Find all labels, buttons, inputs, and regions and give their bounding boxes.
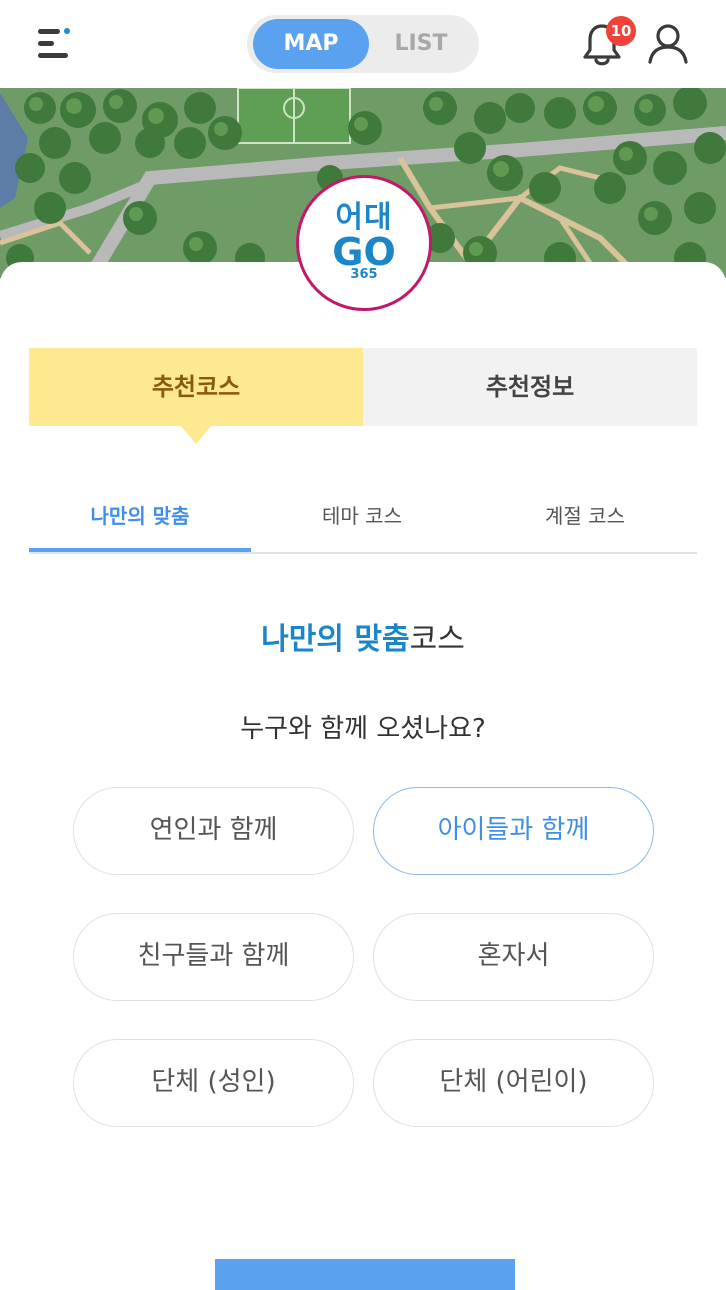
option-alone-button[interactable]: 혼자서 bbox=[373, 913, 654, 1001]
tab-recommended-info[interactable]: 추천정보 bbox=[363, 348, 697, 426]
option-kids-button[interactable]: 아이들과 함께 bbox=[373, 787, 654, 875]
logo-text-main: GO bbox=[332, 230, 396, 274]
view-toggle: MAP LIST bbox=[247, 15, 479, 73]
notification-badge: 10 bbox=[606, 16, 636, 46]
logo-badge: 어대 GO 365 bbox=[296, 175, 432, 311]
menu-icon[interactable] bbox=[36, 26, 76, 66]
map-view-button[interactable]: MAP bbox=[253, 19, 369, 69]
active-tab-pointer bbox=[181, 426, 211, 444]
sub-tabs: 나만의 맞춤 테마 코스 계절 코스 bbox=[29, 490, 697, 554]
tab-recommended-course[interactable]: 추천코스 bbox=[29, 348, 363, 426]
app-screen: MAP LIST 10 어대 GO 365 추천코스 추천정보 나만의 맞춤 테… bbox=[0, 0, 726, 1290]
logo-text-sub: 365 bbox=[350, 267, 378, 282]
option-friends-button[interactable]: 친구들과 함께 bbox=[73, 913, 354, 1001]
course-title-rest: 코스 bbox=[409, 622, 465, 657]
course-title-highlight: 나만의 맞춤 bbox=[261, 622, 410, 657]
companion-question: 누구와 함께 오셨나요? bbox=[240, 714, 486, 744]
user-icon[interactable] bbox=[646, 22, 690, 66]
subtab-season[interactable]: 계절 코스 bbox=[473, 490, 697, 542]
option-group-child-button[interactable]: 단체 (어린이) bbox=[373, 1039, 654, 1127]
next-action-button[interactable] bbox=[215, 1259, 515, 1290]
subtab-custom[interactable]: 나만의 맞춤 bbox=[29, 490, 251, 542]
option-couple-button[interactable]: 연인과 함께 bbox=[73, 787, 354, 875]
top-header: MAP LIST 10 bbox=[0, 0, 726, 88]
course-title: 나만의 맞춤코스 bbox=[0, 614, 726, 658]
subtab-active-indicator bbox=[29, 548, 251, 552]
option-group-adult-button[interactable]: 단체 (성인) bbox=[73, 1039, 354, 1127]
subtab-theme[interactable]: 테마 코스 bbox=[251, 490, 473, 542]
main-tabs: 추천코스 추천정보 bbox=[29, 348, 697, 426]
list-view-button[interactable]: LIST bbox=[369, 19, 473, 69]
